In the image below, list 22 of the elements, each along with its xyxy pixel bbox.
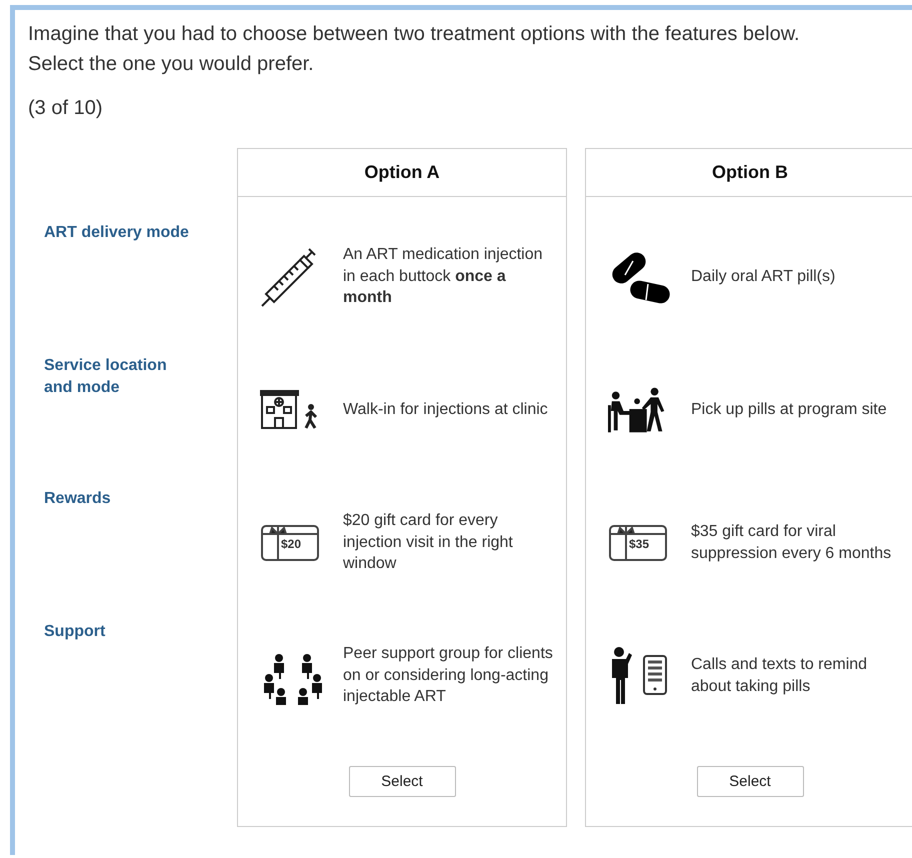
- feature-text: Peer support group for clients on or considering long-acting injectable ART: [343, 644, 553, 708]
- progress-text: (3 of 10): [28, 96, 104, 121]
- feature-text: $20 gift card for every injection visit in the right window: [343, 511, 514, 574]
- attribute-label: Service location and mode: [44, 356, 168, 398]
- card-amount: $20: [281, 536, 302, 550]
- feature-text: Daily oral ART pill(s): [691, 266, 836, 287]
- attribute-label: ART delivery mode: [44, 223, 190, 243]
- feature-text: Pick up pills at program site: [691, 400, 888, 420]
- attribute-label: Support: [44, 622, 106, 642]
- option-title: Option A: [364, 162, 440, 183]
- select-button[interactable]: Select: [696, 766, 804, 797]
- feature-text: An ART medication injection in each buttock once a month: [343, 245, 544, 308]
- attribute-label: Rewards: [44, 489, 112, 509]
- select-button[interactable]: Select: [348, 766, 456, 797]
- feature-text: Walk-in for injections at clinic: [343, 400, 549, 420]
- feature-text: Calls and texts to remind about taking pills: [691, 655, 868, 696]
- gift-card-icon: [260, 522, 320, 562]
- card-amount: $35: [629, 536, 650, 550]
- gift-card-icon: [608, 522, 668, 562]
- feature-text: $35 gift card for viral suppression every 6 months: [691, 522, 892, 564]
- question-text: Imagine that you had to choose between two treatment options with the features below. Select the one you would prefer.: [28, 22, 801, 77]
- option-title: Option B: [712, 162, 788, 183]
